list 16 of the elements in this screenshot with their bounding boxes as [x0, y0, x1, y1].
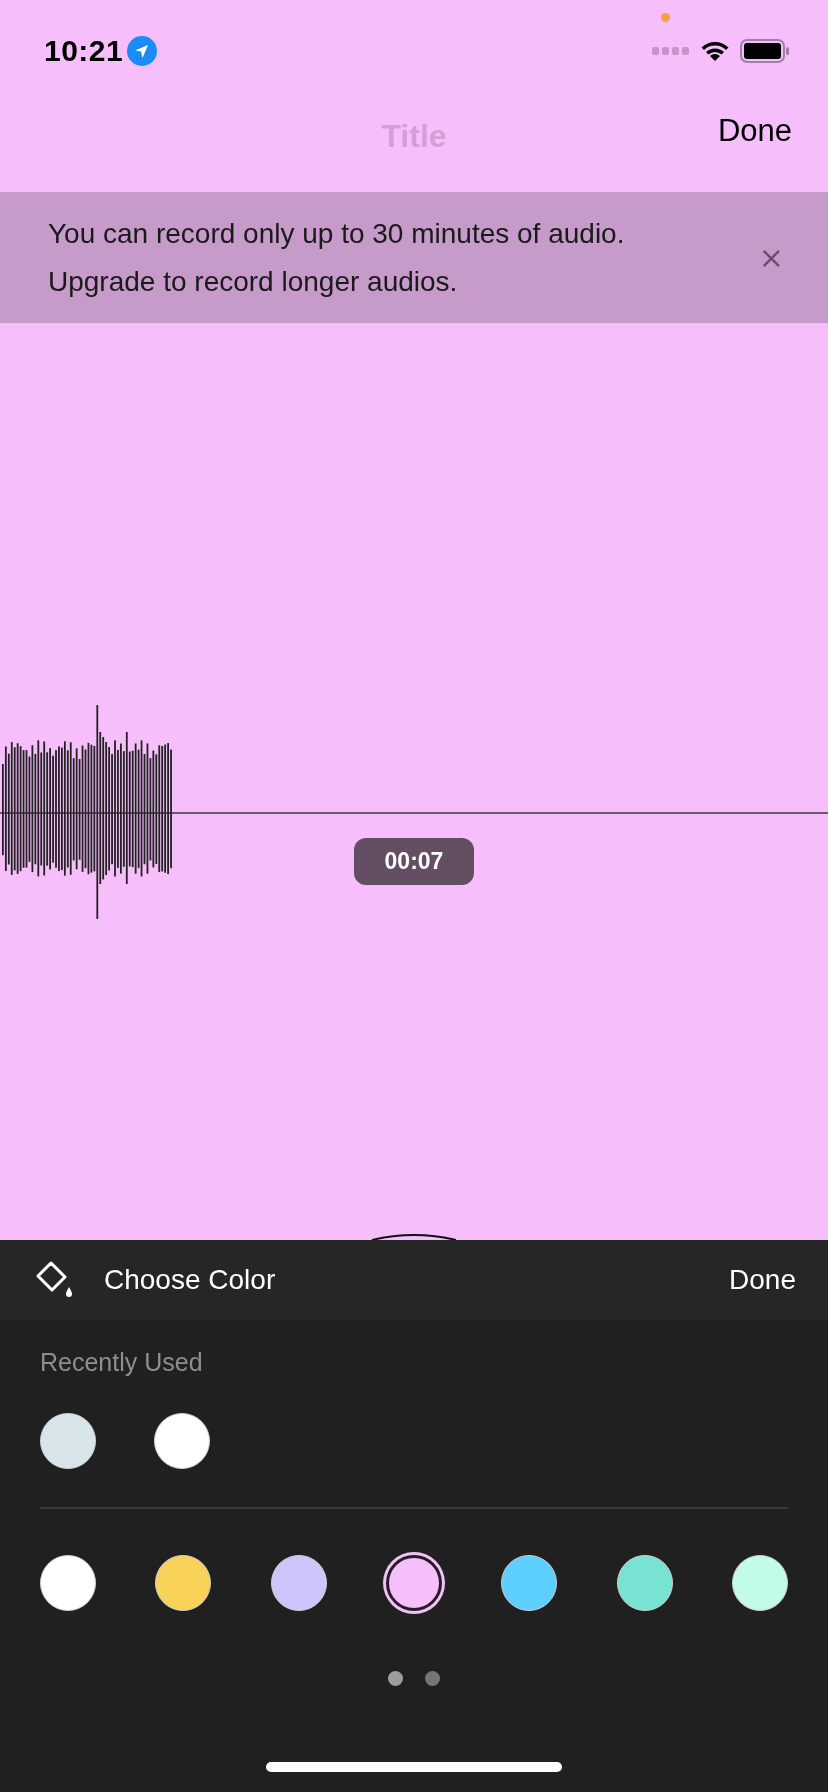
page-dot[interactable]	[425, 1671, 440, 1686]
record-button-edge[interactable]	[369, 1234, 459, 1240]
panel-title: Choose Color	[104, 1264, 277, 1296]
location-icon	[127, 35, 158, 66]
section-label: Recently Used	[40, 1348, 203, 1377]
privacy-indicator-icon	[661, 13, 670, 22]
done-button[interactable]: Done	[713, 109, 796, 153]
color-swatch[interactable]	[386, 1555, 442, 1611]
done-button[interactable]: Done	[729, 1264, 796, 1296]
battery-icon	[740, 38, 790, 63]
elapsed-time: 00:07	[354, 838, 474, 885]
page-dot[interactable]	[388, 1671, 403, 1686]
signal-icon	[652, 46, 690, 55]
wifi-icon	[700, 39, 730, 62]
status-time: 10:21	[44, 33, 124, 68]
banner-message: You can record only up to 30 minutes of audio. Upgrade to record longer audios.	[48, 216, 626, 299]
